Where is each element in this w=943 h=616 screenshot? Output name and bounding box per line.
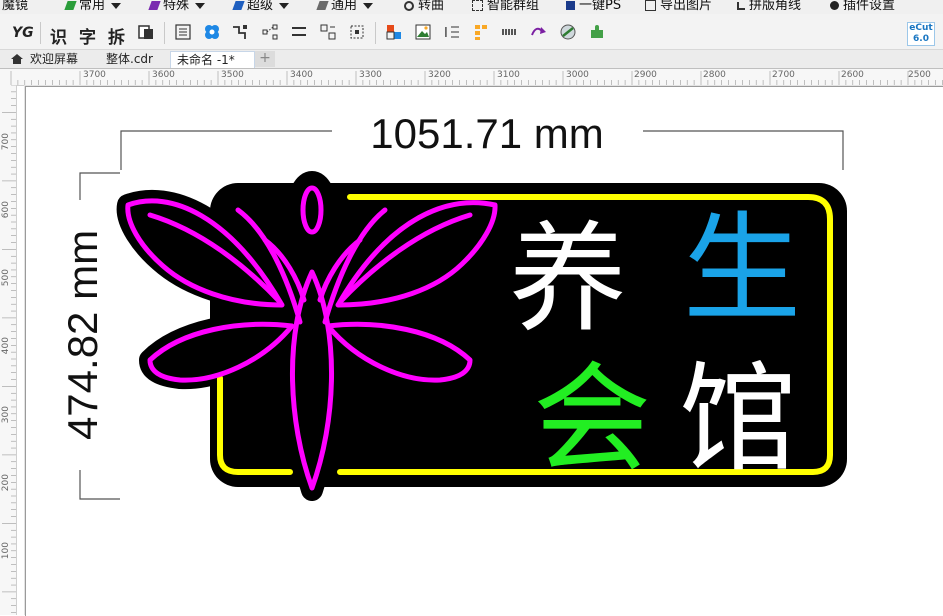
height-dimension-label: 474.82 mm	[59, 230, 106, 440]
sign-char-yang: 养	[509, 210, 627, 348]
sign-char-sheng: 生	[683, 200, 801, 338]
height-dimension[interactable]: 474.82 mm	[59, 172, 120, 500]
width-dimension-label: 1051.71 mm	[370, 110, 603, 157]
artwork-layer[interactable]: 1051.71 mm 474.82 mm 养 生 会 馆	[0, 0, 943, 615]
neon-sign[interactable]: 养 生 会 馆	[116, 171, 847, 501]
sign-char-guan: 馆	[679, 350, 797, 488]
width-dimension[interactable]: 1051.71 mm	[120, 110, 844, 170]
sign-char-hui: 会	[533, 350, 651, 488]
